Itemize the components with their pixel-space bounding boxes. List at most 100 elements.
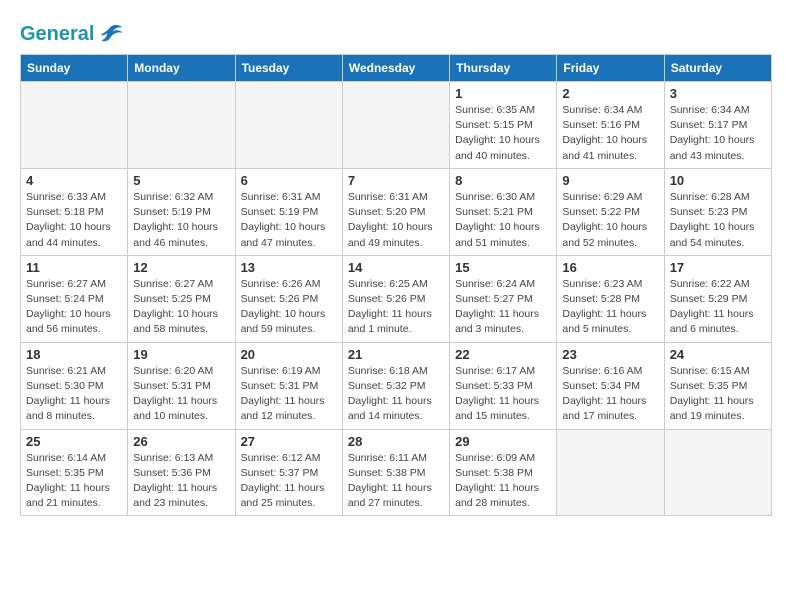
calendar-cell: 20 Sunrise: 6:19 AM Sunset: 5:31 PM Dayli… xyxy=(235,342,342,429)
day-info: Sunrise: 6:28 AM Sunset: 5:23 PM Dayligh… xyxy=(670,190,766,251)
weekday-header-tuesday: Tuesday xyxy=(235,55,342,82)
calendar-cell: 15 Sunrise: 6:24 AM Sunset: 5:27 PM Dayli… xyxy=(450,255,557,342)
day-info: Sunrise: 6:15 AM Sunset: 5:35 PM Dayligh… xyxy=(670,364,766,425)
weekday-header-friday: Friday xyxy=(557,55,664,82)
day-number: 2 xyxy=(562,86,658,101)
calendar-cell: 13 Sunrise: 6:26 AM Sunset: 5:26 PM Dayli… xyxy=(235,255,342,342)
calendar-cell: 8 Sunrise: 6:30 AM Sunset: 5:21 PM Daylig… xyxy=(450,168,557,255)
calendar-cell: 2 Sunrise: 6:34 AM Sunset: 5:16 PM Daylig… xyxy=(557,82,664,169)
calendar-cell: 3 Sunrise: 6:34 AM Sunset: 5:17 PM Daylig… xyxy=(664,82,771,169)
day-number: 19 xyxy=(133,347,229,362)
day-number: 27 xyxy=(241,434,337,449)
day-info: Sunrise: 6:24 AM Sunset: 5:27 PM Dayligh… xyxy=(455,277,551,338)
day-number: 23 xyxy=(562,347,658,362)
day-info: Sunrise: 6:17 AM Sunset: 5:33 PM Dayligh… xyxy=(455,364,551,425)
calendar-cell: 21 Sunrise: 6:18 AM Sunset: 5:32 PM Dayli… xyxy=(342,342,449,429)
calendar-cell: 10 Sunrise: 6:28 AM Sunset: 5:23 PM Dayli… xyxy=(664,168,771,255)
day-number: 21 xyxy=(348,347,444,362)
day-number: 17 xyxy=(670,260,766,275)
day-info: Sunrise: 6:16 AM Sunset: 5:34 PM Dayligh… xyxy=(562,364,658,425)
day-info: Sunrise: 6:23 AM Sunset: 5:28 PM Dayligh… xyxy=(562,277,658,338)
day-number: 28 xyxy=(348,434,444,449)
day-number: 7 xyxy=(348,173,444,188)
day-info: Sunrise: 6:34 AM Sunset: 5:16 PM Dayligh… xyxy=(562,103,658,164)
day-number: 29 xyxy=(455,434,551,449)
calendar-table: SundayMondayTuesdayWednesdayThursdayFrid… xyxy=(20,54,772,516)
calendar-cell: 22 Sunrise: 6:17 AM Sunset: 5:33 PM Dayli… xyxy=(450,342,557,429)
day-info: Sunrise: 6:33 AM Sunset: 5:18 PM Dayligh… xyxy=(26,190,122,251)
day-info: Sunrise: 6:13 AM Sunset: 5:36 PM Dayligh… xyxy=(133,451,229,512)
day-number: 10 xyxy=(670,173,766,188)
day-number: 5 xyxy=(133,173,229,188)
day-number: 6 xyxy=(241,173,337,188)
day-number: 13 xyxy=(241,260,337,275)
calendar-cell: 26 Sunrise: 6:13 AM Sunset: 5:36 PM Dayli… xyxy=(128,429,235,516)
calendar-cell: 28 Sunrise: 6:11 AM Sunset: 5:38 PM Dayli… xyxy=(342,429,449,516)
week-row-2: 4 Sunrise: 6:33 AM Sunset: 5:18 PM Daylig… xyxy=(21,168,772,255)
calendar-cell: 6 Sunrise: 6:31 AM Sunset: 5:19 PM Daylig… xyxy=(235,168,342,255)
calendar-cell: 11 Sunrise: 6:27 AM Sunset: 5:24 PM Dayli… xyxy=(21,255,128,342)
calendar-cell: 27 Sunrise: 6:12 AM Sunset: 5:37 PM Dayli… xyxy=(235,429,342,516)
day-info: Sunrise: 6:22 AM Sunset: 5:29 PM Dayligh… xyxy=(670,277,766,338)
weekday-header-monday: Monday xyxy=(128,55,235,82)
calendar-cell xyxy=(664,429,771,516)
day-info: Sunrise: 6:26 AM Sunset: 5:26 PM Dayligh… xyxy=(241,277,337,338)
calendar-cell: 23 Sunrise: 6:16 AM Sunset: 5:34 PM Dayli… xyxy=(557,342,664,429)
calendar-cell: 14 Sunrise: 6:25 AM Sunset: 5:26 PM Dayli… xyxy=(342,255,449,342)
day-number: 8 xyxy=(455,173,551,188)
day-info: Sunrise: 6:27 AM Sunset: 5:24 PM Dayligh… xyxy=(26,277,122,338)
calendar-cell: 7Sunrise: 6:31 AM Sunset: 5:20 PM Daylig… xyxy=(342,168,449,255)
day-info: Sunrise: 6:29 AM Sunset: 5:22 PM Dayligh… xyxy=(562,190,658,251)
calendar-cell: 17 Sunrise: 6:22 AM Sunset: 5:29 PM Dayli… xyxy=(664,255,771,342)
week-row-4: 18Sunrise: 6:21 AM Sunset: 5:30 PM Dayli… xyxy=(21,342,772,429)
calendar-cell xyxy=(128,82,235,169)
day-info: Sunrise: 6:12 AM Sunset: 5:37 PM Dayligh… xyxy=(241,451,337,512)
calendar-header-row: SundayMondayTuesdayWednesdayThursdayFrid… xyxy=(21,55,772,82)
day-number: 1 xyxy=(455,86,551,101)
day-number: 20 xyxy=(241,347,337,362)
weekday-header-saturday: Saturday xyxy=(664,55,771,82)
day-number: 9 xyxy=(562,173,658,188)
day-info: Sunrise: 6:30 AM Sunset: 5:21 PM Dayligh… xyxy=(455,190,551,251)
weekday-header-wednesday: Wednesday xyxy=(342,55,449,82)
day-info: Sunrise: 6:11 AM Sunset: 5:38 PM Dayligh… xyxy=(348,451,444,512)
day-number: 4 xyxy=(26,173,122,188)
day-number: 15 xyxy=(455,260,551,275)
calendar-cell: 12 Sunrise: 6:27 AM Sunset: 5:25 PM Dayli… xyxy=(128,255,235,342)
calendar-cell: 25 Sunrise: 6:14 AM Sunset: 5:35 PM Dayli… xyxy=(21,429,128,516)
day-number: 25 xyxy=(26,434,122,449)
day-info: Sunrise: 6:35 AM Sunset: 5:15 PM Dayligh… xyxy=(455,103,551,164)
week-row-1: 1 Sunrise: 6:35 AM Sunset: 5:15 PM Daylig… xyxy=(21,82,772,169)
day-info: Sunrise: 6:27 AM Sunset: 5:25 PM Dayligh… xyxy=(133,277,229,338)
calendar-cell xyxy=(342,82,449,169)
day-number: 14 xyxy=(348,260,444,275)
day-info: Sunrise: 6:20 AM Sunset: 5:31 PM Dayligh… xyxy=(133,364,229,425)
calendar-cell: 29Sunrise: 6:09 AM Sunset: 5:38 PM Dayli… xyxy=(450,429,557,516)
calendar-cell xyxy=(21,82,128,169)
day-number: 22 xyxy=(455,347,551,362)
calendar-cell xyxy=(557,429,664,516)
day-number: 26 xyxy=(133,434,229,449)
week-row-3: 11 Sunrise: 6:27 AM Sunset: 5:24 PM Dayli… xyxy=(21,255,772,342)
day-info: Sunrise: 6:18 AM Sunset: 5:32 PM Dayligh… xyxy=(348,364,444,425)
day-number: 12 xyxy=(133,260,229,275)
calendar-cell: 16Sunrise: 6:23 AM Sunset: 5:28 PM Dayli… xyxy=(557,255,664,342)
calendar-cell: 4 Sunrise: 6:33 AM Sunset: 5:18 PM Daylig… xyxy=(21,168,128,255)
logo: General xyxy=(20,20,124,48)
calendar-cell: 18Sunrise: 6:21 AM Sunset: 5:30 PM Dayli… xyxy=(21,342,128,429)
header: General xyxy=(20,16,772,48)
day-info: Sunrise: 6:31 AM Sunset: 5:19 PM Dayligh… xyxy=(241,190,337,251)
day-info: Sunrise: 6:25 AM Sunset: 5:26 PM Dayligh… xyxy=(348,277,444,338)
calendar-cell xyxy=(235,82,342,169)
day-info: Sunrise: 6:32 AM Sunset: 5:19 PM Dayligh… xyxy=(133,190,229,251)
week-row-5: 25 Sunrise: 6:14 AM Sunset: 5:35 PM Dayli… xyxy=(21,429,772,516)
day-info: Sunrise: 6:14 AM Sunset: 5:35 PM Dayligh… xyxy=(26,451,122,512)
calendar-cell: 5 Sunrise: 6:32 AM Sunset: 5:19 PM Daylig… xyxy=(128,168,235,255)
day-number: 11 xyxy=(26,260,122,275)
day-number: 3 xyxy=(670,86,766,101)
logo-text: General xyxy=(20,23,94,45)
day-number: 18 xyxy=(26,347,122,362)
calendar-cell: 19 Sunrise: 6:20 AM Sunset: 5:31 PM Dayli… xyxy=(128,342,235,429)
day-info: Sunrise: 6:19 AM Sunset: 5:31 PM Dayligh… xyxy=(241,364,337,425)
day-info: Sunrise: 6:34 AM Sunset: 5:17 PM Dayligh… xyxy=(670,103,766,164)
